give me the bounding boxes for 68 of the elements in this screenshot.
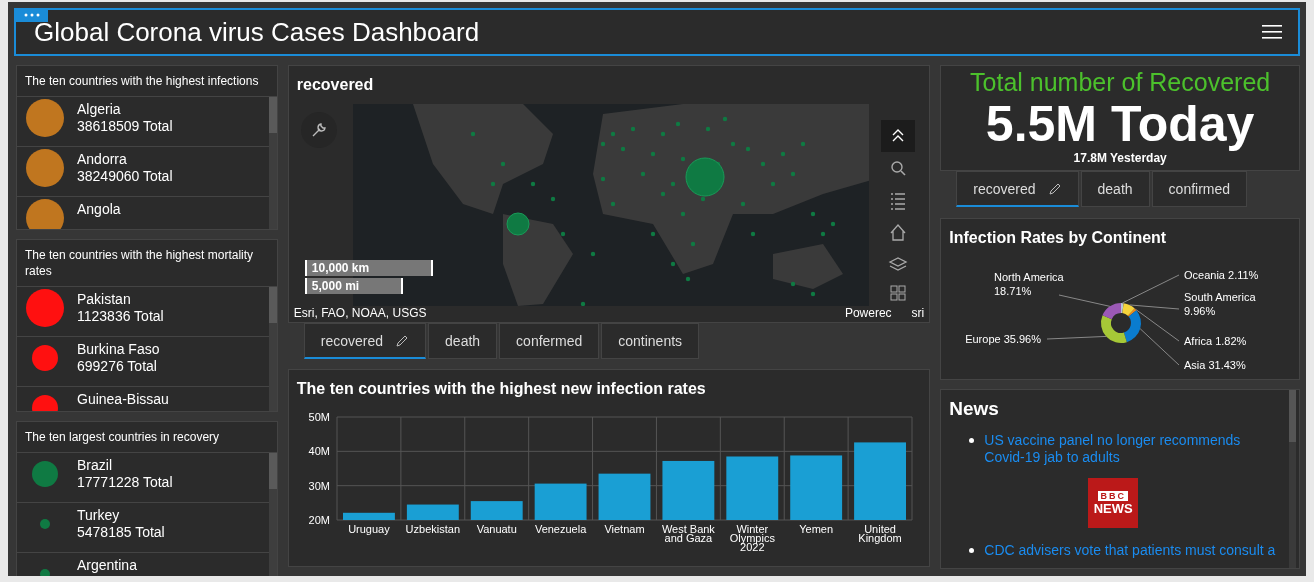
logo-text: BBC [1098, 490, 1128, 501]
axis-category-label: West Bank and Gaza [661, 523, 715, 544]
map-title: recovered [295, 75, 375, 95]
scale-bar-mi: 5,000 mi [304, 278, 403, 294]
axis-category-label: Vanuatu [476, 523, 517, 535]
country-name: Andorra [77, 151, 128, 168]
kpi-title: Total number of Recovered [970, 68, 1271, 97]
list-panel-title: The ten countries with the highest infections [17, 66, 277, 97]
country-name: Burkina Faso [77, 341, 160, 358]
kpi-tab[interactable]: confirmed [1151, 171, 1248, 207]
axis-category-label: Winter Olympics 2022 [729, 523, 775, 553]
list-panel-title: The ten largest countries in recovery [17, 422, 277, 453]
country-name: Pakistan [77, 291, 132, 308]
axis-tick-label: 30M [308, 479, 330, 492]
axis-category-label: Yemen [799, 523, 833, 535]
country-name: Brazil [77, 457, 113, 474]
scale-bar-km: 10,000 km [304, 260, 433, 276]
logo-text: NEWS [1093, 500, 1133, 516]
kpi-reference: 17.8M Yesterday [1073, 151, 1167, 165]
country-total: 17771228 Total [77, 474, 173, 491]
country-list-item[interactable]: Turkey 5478185 Total [17, 503, 269, 553]
axis-tick-label: 20M [308, 514, 330, 526]
donut-label: Africa 1.82% [1184, 335, 1247, 347]
kpi-tab[interactable]: death [1080, 171, 1150, 207]
donut-label: North America 18.71% [994, 271, 1064, 297]
country-list-item[interactable]: Andorra 38249060 Total [17, 147, 269, 197]
list-panel-title: The ten countries with the highest mortality rates [17, 240, 277, 287]
axis-category-label: Venezuela [534, 523, 587, 535]
donut-label: Asia 31.43% [1184, 359, 1247, 371]
news-title: News [949, 398, 1000, 420]
country-list-item[interactable]: Burkina Faso 699276 Total [17, 337, 269, 387]
country-total: 699276 Total [77, 358, 158, 375]
country-list-item[interactable]: Pakistan 1123836 Total [17, 287, 269, 337]
axis-tick-label: 40M [308, 445, 330, 458]
news-link[interactable]: US vaccine panel no longer recommends Covid-19 jab to adults [984, 432, 1255, 466]
map-attribution: Esri, FAO, NOAA, USGS [293, 306, 427, 320]
country-name: Guinea-Bissau [77, 391, 169, 408]
donut-label: Europe 35.96% [965, 333, 1042, 345]
map-tab[interactable]: continents [601, 323, 700, 359]
powered-by-text: Powerec [844, 306, 892, 320]
country-list-item[interactable]: Brazil 17771228 Total [17, 453, 269, 503]
axis-category-label: Vietnam [604, 523, 645, 535]
country-name: Algeria [77, 101, 122, 118]
country-name: Turkey [77, 507, 121, 524]
country-total: 1123836 Total [77, 308, 164, 325]
donut-label: South America 9.96% [1184, 291, 1256, 317]
map-tab[interactable]: confermed [499, 323, 600, 359]
kpi-value: 5.5M Today [985, 97, 1255, 151]
chart-title: The ten countries with the highest new infection rates [295, 379, 707, 399]
kpi-tab[interactable]: recovered [956, 171, 1079, 207]
map-tab[interactable]: death [428, 323, 498, 359]
axis-category-label: Uruguay [347, 523, 390, 535]
country-total: 5478185 Total [77, 524, 165, 541]
map-tab[interactable]: recovered [303, 323, 427, 359]
axis-category-label: United Kingdom [858, 523, 902, 544]
donut-label: Oceania 2.11% [1184, 269, 1259, 281]
dashboard-title: Global Corona virus Cases Dashboard [34, 16, 481, 48]
country-list-item[interactable]: Argentina [17, 553, 269, 576]
country-list-item[interactable]: Algeria 38618509 Total [17, 97, 269, 147]
news-link[interactable]: CDC advisers vote that patients must consult a [984, 542, 1276, 559]
country-total: 38249060 Total [77, 168, 173, 185]
axis-category-label: Uzbekistan [405, 523, 460, 535]
powered-by-text: sri [911, 306, 925, 320]
country-total: 38618509 Total [77, 118, 173, 135]
country-name: Angola [77, 201, 121, 218]
country-name: Argentina [77, 557, 137, 574]
axis-tick-label: 50M [308, 411, 330, 423]
chart-title: Infection Rates by Continent [948, 228, 1168, 248]
